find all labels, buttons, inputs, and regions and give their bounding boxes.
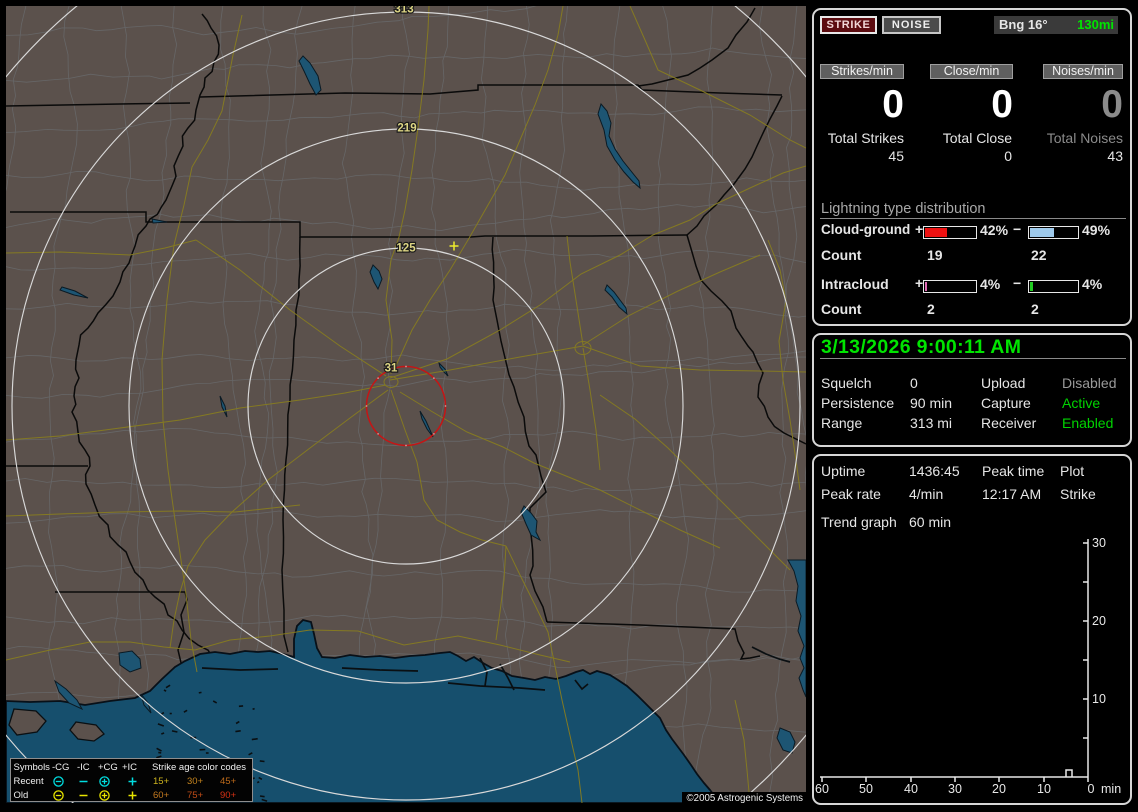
svg-text:30: 30 [1092,536,1106,550]
svg-text:20: 20 [1092,614,1106,628]
svg-text:313: 313 [394,6,413,16]
svg-text:40: 40 [904,782,918,796]
svg-text:60: 60 [815,782,829,796]
svg-text:10: 10 [1092,692,1106,706]
svg-text:20: 20 [992,782,1006,796]
svg-text:min: min [1101,782,1121,796]
svg-text:30: 30 [948,782,962,796]
svg-text:125: 125 [396,243,416,255]
svg-text:219: 219 [397,123,416,135]
svg-text:0: 0 [1088,782,1095,796]
svg-text:10: 10 [1037,782,1051,796]
svg-text:50: 50 [859,782,873,796]
svg-text:31: 31 [385,363,398,375]
